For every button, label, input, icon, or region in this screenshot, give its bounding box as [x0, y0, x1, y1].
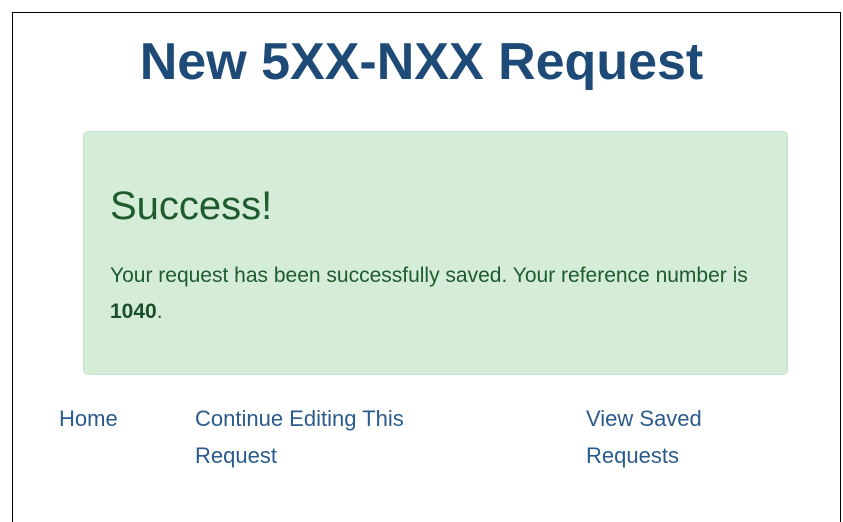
page-title: New 5XX-NXX Request [139, 33, 704, 91]
alert-message-end: . [156, 300, 163, 323]
view-saved-requests-link[interactable]: View Saved Requests [586, 400, 746, 474]
success-alert: Success! Your request has been successfu… [83, 131, 788, 375]
home-link[interactable]: Home [59, 400, 118, 437]
continue-editing-link[interactable]: Continue Editing This Request [195, 400, 445, 474]
alert-message-text: Your request has been successfully saved… [110, 264, 748, 287]
alert-heading: Success! [110, 184, 273, 228]
alert-message: Your request has been successfully saved… [110, 258, 760, 330]
reference-number: 1040 [110, 300, 157, 323]
